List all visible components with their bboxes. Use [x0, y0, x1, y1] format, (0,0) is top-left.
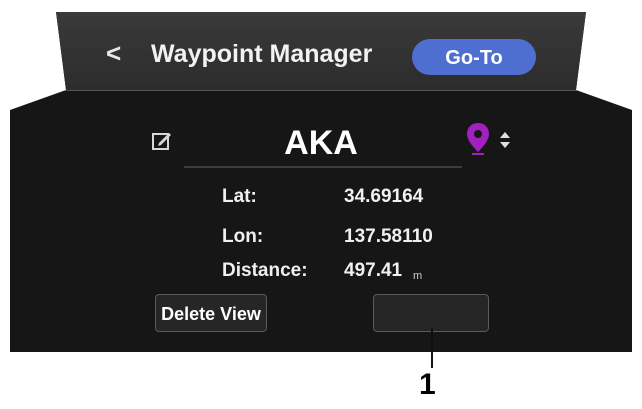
- distance-label: Distance:: [222, 260, 308, 281]
- back-button[interactable]: <: [106, 38, 121, 69]
- name-divider: [184, 166, 462, 168]
- lat-value: 34.69164: [344, 186, 424, 207]
- lat-label: Lat:: [222, 186, 257, 207]
- callout-number: 1: [419, 368, 436, 401]
- map-pin-icon[interactable]: [466, 122, 490, 156]
- goto-button[interactable]: Go-To: [412, 39, 536, 75]
- page-title: Waypoint Manager: [151, 40, 373, 68]
- distance-value: 497.41: [344, 260, 403, 281]
- distance-unit: m: [413, 270, 423, 282]
- device-screen: < Waypoint Manager Go-To AKA Lat: 34.691…: [10, 12, 632, 352]
- callout-line: [431, 328, 433, 368]
- lon-label: Lon:: [222, 226, 264, 247]
- up-down-arrows-icon[interactable]: [498, 130, 512, 150]
- title-bar: < Waypoint Manager Go-To: [10, 12, 632, 91]
- delete-view-button[interactable]: Delete View: [155, 294, 267, 332]
- lon-value: 137.58110: [344, 226, 433, 247]
- blank-button[interactable]: [373, 294, 489, 332]
- edit-icon[interactable]: [151, 130, 173, 152]
- waypoint-name[interactable]: AKA: [238, 124, 404, 163]
